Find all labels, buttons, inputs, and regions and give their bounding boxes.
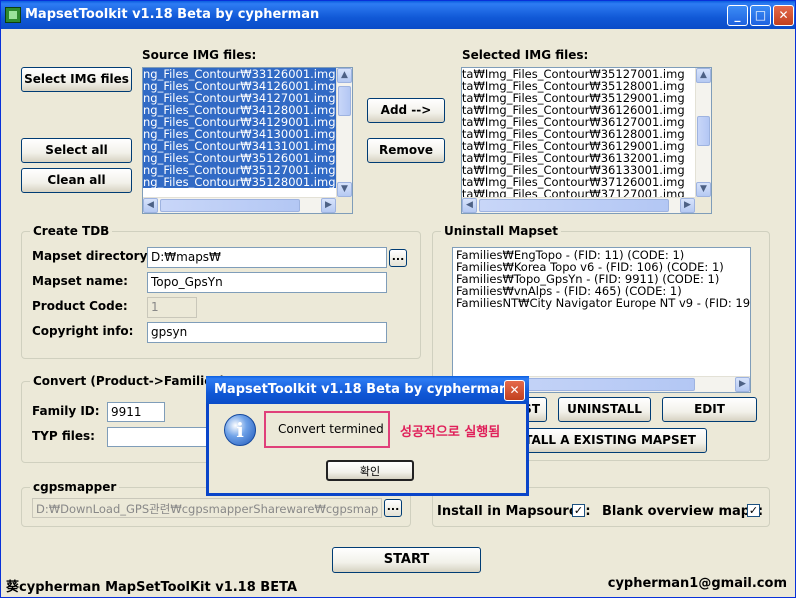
dialog-close-button[interactable]: ✕: [504, 380, 525, 401]
selected-files-list[interactable]: Data₩Img_Files_Contour₩35127001.img Data₩…: [461, 67, 712, 214]
uninstall-mapset-title: Uninstall Mapset: [441, 224, 561, 238]
selected-vertical-scrollbar[interactable]: ▲ ▼: [695, 68, 711, 197]
uninstall-button[interactable]: UNINSTALL: [558, 397, 651, 422]
list-item[interactable]: FamiliesNT₩City Navigator Europe NT v9 -…: [456, 297, 750, 309]
list-item[interactable]: ng_Files_Contour₩35128001.img: [143, 176, 336, 188]
blank-overview-label: Blank overview maps:: [602, 504, 764, 519]
cgpsmapper-path-input[interactable]: D:₩DownLoad_GPS관련₩cgpsmapperShareware₩cg…: [32, 498, 382, 518]
window-title: MapsetToolkit v1.18 Beta by cypherman: [25, 7, 320, 22]
create-tdb-title: Create TDB: [30, 224, 113, 238]
scroll-right-arrow-icon[interactable]: ▶: [735, 377, 750, 392]
browse-cgpsmapper-button[interactable]: ...: [384, 499, 402, 517]
installed-mapsets-list[interactable]: Families₩EngTopo - (FID: 11) (CODE: 1) Fa…: [452, 247, 751, 393]
add-button[interactable]: Add -->: [367, 98, 445, 123]
scroll-down-arrow-icon[interactable]: ▼: [337, 182, 352, 197]
family-id-label: Family ID:: [32, 404, 100, 418]
scroll-up-arrow-icon[interactable]: ▲: [337, 68, 352, 83]
info-icon: i: [224, 414, 256, 446]
dialog-title: MapsetToolkit v1.18 Beta by cypherman: [214, 382, 509, 397]
source-files-label: Source IMG files:: [142, 48, 257, 62]
product-code-label: Product Code:: [32, 299, 128, 313]
clean-all-button[interactable]: Clean all: [21, 168, 132, 193]
edit-button[interactable]: EDIT: [662, 397, 757, 422]
dialog-message: Convert termined: [278, 422, 384, 436]
check-icon: ✓: [748, 504, 759, 517]
message-dialog: MapsetToolkit v1.18 Beta by cypherman ✕ …: [206, 376, 529, 496]
scroll-left-arrow-icon[interactable]: ◀: [143, 198, 158, 213]
browse-mapset-directory-button[interactable]: ...: [389, 249, 407, 267]
app-map-icon: [5, 7, 21, 23]
scroll-up-arrow-icon[interactable]: ▲: [696, 68, 711, 83]
scroll-corner: [695, 197, 711, 213]
scroll-right-arrow-icon[interactable]: ▶: [321, 198, 336, 213]
maximize-button[interactable]: □: [750, 5, 771, 26]
status-app-name: cypherman MapSetToolKit v1.18 BETA: [19, 580, 298, 595]
check-icon: ✓: [573, 504, 584, 517]
scroll-left-arrow-icon[interactable]: ◀: [462, 198, 477, 213]
copyright-info-input[interactable]: gpsyn: [147, 322, 387, 343]
scroll-down-arrow-icon[interactable]: ▼: [696, 182, 711, 197]
typ-files-label: TYP files:: [32, 429, 95, 443]
minimize-button[interactable]: _: [727, 5, 748, 26]
scroll-corner: [336, 197, 352, 213]
start-button[interactable]: START: [332, 547, 481, 573]
typ-files-input[interactable]: [107, 427, 207, 447]
close-button[interactable]: ✕: [773, 5, 794, 26]
selected-files-items[interactable]: Data₩Img_Files_Contour₩35127001.img Data₩…: [462, 68, 685, 200]
title-bar[interactable]: MapsetToolkit v1.18 Beta by cypherman _ …: [1, 1, 795, 29]
scroll-thumb[interactable]: [697, 116, 710, 146]
installed-mapsets-items[interactable]: Families₩EngTopo - (FID: 11) (CODE: 1) Fa…: [456, 249, 750, 309]
main-window: MapsetToolkit v1.18 Beta by cypherman _ …: [0, 0, 796, 598]
source-horizontal-scrollbar[interactable]: ◀ ▶: [143, 197, 336, 213]
scroll-thumb[interactable]: [160, 199, 300, 212]
scroll-right-arrow-icon[interactable]: ▶: [680, 198, 695, 213]
copyright-info-label: Copyright info:: [32, 324, 134, 338]
select-all-button[interactable]: Select all: [21, 138, 132, 163]
status-left: 葵cypherman MapSetToolKit v1.18 BETA: [6, 576, 297, 595]
mapset-name-label: Mapset name:: [32, 274, 128, 288]
product-code-input[interactable]: 1: [147, 297, 197, 318]
remove-button[interactable]: Remove: [367, 138, 445, 163]
source-vertical-scrollbar[interactable]: ▲ ▼: [336, 68, 352, 197]
cgpsmapper-title: cgpsmapper: [30, 480, 120, 494]
selected-horizontal-scrollbar[interactable]: ◀ ▶: [462, 197, 695, 213]
mapset-directory-input[interactable]: D:₩maps₩: [147, 247, 387, 268]
family-id-input[interactable]: 9911: [107, 402, 165, 422]
select-img-files-button[interactable]: Select IMG files: [21, 67, 132, 92]
message-highlight-box: Convert termined: [264, 411, 390, 448]
status-prefix: 葵: [6, 580, 20, 595]
status-bar: 葵cypherman MapSetToolKit v1.18 BETA cyph…: [1, 573, 795, 597]
dialog-ok-button[interactable]: 확인: [326, 460, 414, 481]
selected-files-label: Selected IMG files:: [462, 48, 589, 62]
install-mapsource-checkbox[interactable]: ✓: [572, 504, 585, 517]
mapset-name-input[interactable]: Topo_GpsYn: [147, 272, 387, 293]
scroll-thumb[interactable]: [338, 86, 351, 116]
dialog-title-bar[interactable]: MapsetToolkit v1.18 Beta by cypherman ✕: [206, 376, 529, 404]
convert-title: Convert (Product->Families): [30, 374, 229, 388]
source-files-items[interactable]: ng_Files_Contour₩33126001.img ng_Files_Co…: [143, 68, 336, 188]
scroll-thumb[interactable]: [479, 199, 669, 212]
source-files-list[interactable]: ng_Files_Contour₩33126001.img ng_Files_Co…: [142, 67, 353, 214]
success-annotation: 성공적으로 실행됨: [400, 425, 501, 440]
mapset-directory-label: Mapset directory:: [32, 249, 153, 263]
close-icon: ✕: [509, 383, 520, 397]
blank-overview-checkbox[interactable]: ✓: [747, 504, 760, 517]
status-email: cypherman1@gmail.com: [607, 576, 787, 591]
install-mapsource-label: Install in Mapsource:: [437, 504, 591, 519]
